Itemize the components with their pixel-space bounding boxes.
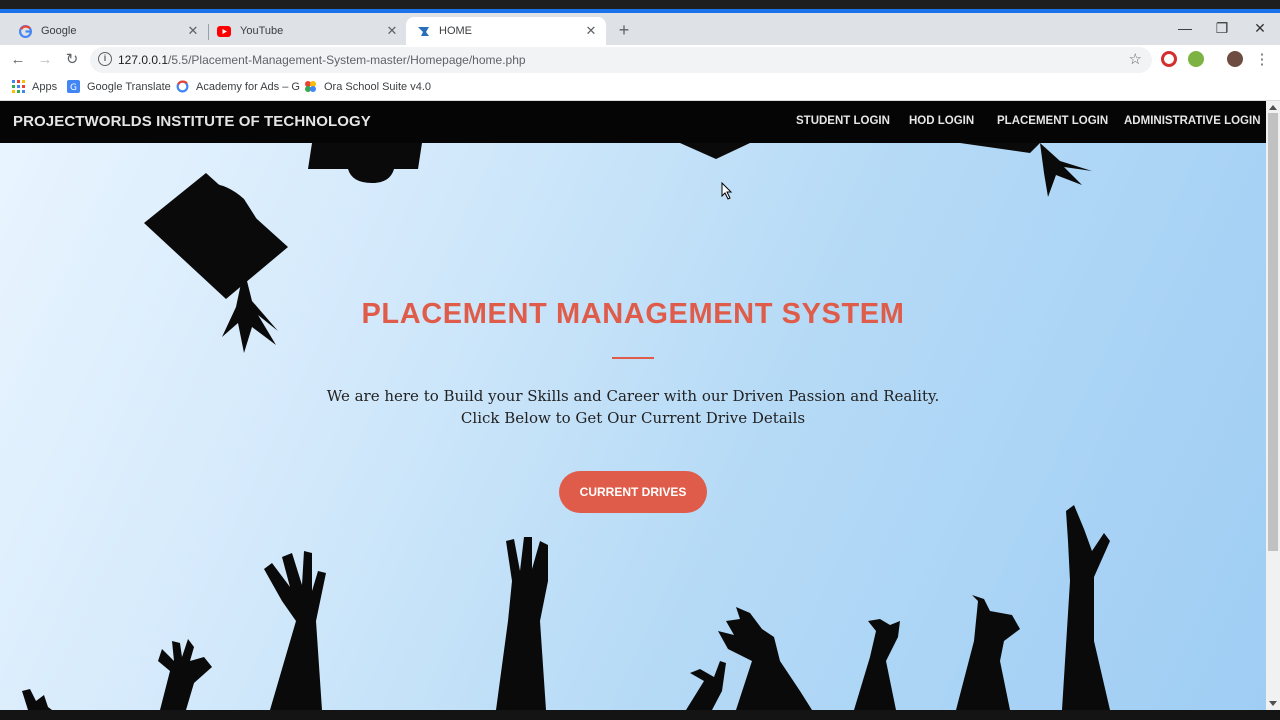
translate-icon: G xyxy=(67,80,80,93)
close-tab-icon[interactable]: ✕ xyxy=(584,24,598,38)
back-arrow-icon[interactable]: ← xyxy=(7,49,29,71)
forward-arrow-icon[interactable]: → xyxy=(34,49,56,71)
page-scrollbar[interactable] xyxy=(1266,101,1280,710)
bookmark-academy-for-ads[interactable]: Academy for Ads – G xyxy=(176,80,300,93)
scroll-up-icon[interactable] xyxy=(1269,105,1277,110)
nav-student-login[interactable]: STUDENT LOGIN xyxy=(796,115,890,127)
ora-icon xyxy=(305,81,316,92)
menu-kebab-icon[interactable]: ⋮ xyxy=(1251,49,1273,71)
site-info-icon[interactable]: i xyxy=(98,52,112,66)
current-drives-button[interactable]: CURRENT DRIVES xyxy=(559,471,707,513)
tab-title: Google xyxy=(41,25,77,37)
url-text[interactable]: 127.0.0.1/5.5/Placement-Management-Syste… xyxy=(118,53,526,67)
profile-avatar[interactable] xyxy=(1227,51,1243,67)
title-divider xyxy=(612,357,654,359)
close-tab-icon[interactable]: ✕ xyxy=(186,24,200,38)
bookmark-apps[interactable]: Apps xyxy=(12,80,57,93)
taskbar-edge xyxy=(0,710,1280,720)
tab-youtube[interactable]: YouTube ✕ xyxy=(207,17,407,45)
close-window-button[interactable]: ✕ xyxy=(1241,13,1279,43)
site-navbar: PROJECTWORLDS INSTITUTE OF TECHNOLOGY ST… xyxy=(0,101,1266,143)
nav-hod-login[interactable]: HOD LOGIN xyxy=(909,115,974,127)
reload-icon[interactable]: ↻ xyxy=(61,49,83,71)
nav-administrative-login[interactable]: ADMINISTRATIVE LOGIN xyxy=(1124,115,1261,127)
site-favicon-icon xyxy=(416,24,430,38)
google-icon xyxy=(176,80,189,93)
apps-grid-icon xyxy=(12,80,25,93)
bookmark-ora-school-suite[interactable]: Ora School Suite v4.0 xyxy=(304,80,431,93)
svg-text:G: G xyxy=(70,83,77,93)
mouse-cursor-icon xyxy=(721,182,733,200)
tab-strip: Google ✕ YouTube ✕ HOME ✕ + xyxy=(0,13,1280,45)
hero-line-2: Click Below to Get Our Current Drive Det… xyxy=(460,409,806,427)
bookmark-star-icon[interactable]: ☆ xyxy=(1129,50,1142,68)
page-viewport: PROJECTWORLDS INSTITUTE OF TECHNOLOGY ST… xyxy=(0,101,1266,710)
tab-google[interactable]: Google ✕ xyxy=(8,17,209,45)
scroll-down-icon[interactable] xyxy=(1269,701,1277,706)
browser-toolbar: ← → ↻ i 127.0.0.1/5.5/Placement-Manageme… xyxy=(0,45,1280,74)
tab-title: YouTube xyxy=(240,25,284,37)
address-bar[interactable]: i 127.0.0.1/5.5/Placement-Management-Sys… xyxy=(90,47,1152,73)
window-top-strip xyxy=(0,0,1280,13)
opera-extension-icon[interactable] xyxy=(1161,51,1177,67)
site-brand[interactable]: PROJECTWORLDS INSTITUTE OF TECHNOLOGY xyxy=(13,113,371,130)
restore-button[interactable]: ❐ xyxy=(1203,13,1241,43)
minimize-button[interactable]: — xyxy=(1166,13,1204,43)
hero-line-1: We are here to Build your Skills and Car… xyxy=(326,387,940,405)
hero-lead: We are here to Build your Skills and Car… xyxy=(0,385,1266,429)
scrollbar-thumb[interactable] xyxy=(1268,113,1278,551)
youtube-icon xyxy=(217,24,231,38)
bookmarks-bar: Apps G Google Translate Academy for Ads … xyxy=(0,74,1280,101)
new-tab-button[interactable]: + xyxy=(614,20,634,40)
tab-home[interactable]: HOME ✕ xyxy=(406,17,606,45)
tab-title: HOME xyxy=(439,25,472,37)
close-tab-icon[interactable]: ✕ xyxy=(385,24,399,38)
google-icon xyxy=(18,24,32,38)
extension-icon[interactable] xyxy=(1188,51,1204,67)
hero-title: PLACEMENT MANAGEMENT SYSTEM xyxy=(361,298,905,330)
nav-placement-login[interactable]: PLACEMENT LOGIN xyxy=(997,115,1108,127)
bookmark-google-translate[interactable]: G Google Translate xyxy=(67,80,171,93)
